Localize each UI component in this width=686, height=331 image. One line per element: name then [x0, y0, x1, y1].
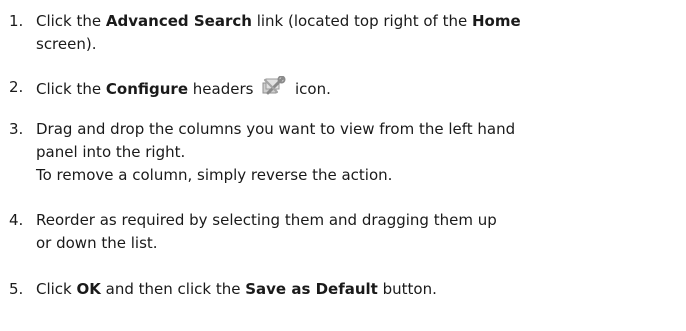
ok-term: OK — [76, 280, 101, 298]
step-5: 5. Click OK and then click the Save as D… — [0, 278, 680, 301]
step-2: 2. Click the Configure headers icon. — [0, 76, 680, 101]
step-line: Click the Advanced Search link (located … — [36, 12, 521, 30]
step-text: Click the Configure headers icon. — [36, 76, 680, 101]
step-text: Reorder as required by selecting them an… — [36, 209, 680, 255]
instruction-steps: 1. Click the Advanced Search link (locat… — [0, 0, 686, 331]
step-text: Click the Advanced Search link (located … — [36, 10, 680, 56]
home-term: Home — [472, 12, 521, 30]
advanced-search-term: Advanced Search — [105, 12, 252, 30]
step-number: 3. — [9, 120, 24, 138]
step-number: 4. — [9, 211, 24, 229]
step-number: 2. — [9, 78, 24, 96]
save-as-default-term: Save as Default — [245, 280, 378, 298]
configure-term: Configure — [105, 80, 189, 98]
step-3: 3. Drag and drop the columns you want to… — [0, 118, 680, 187]
step-4: 4. Reorder as required by selecting them… — [0, 209, 680, 255]
step-number: 5. — [9, 280, 24, 298]
step-line: Click OK and then click the Save as Defa… — [36, 280, 437, 298]
step-line: panel into the right. — [36, 143, 186, 161]
step-line: screen). — [36, 35, 97, 53]
step-line: Click the Configure headers icon. — [36, 76, 680, 101]
step-line: or down the list. — [36, 234, 158, 252]
step-1: 1. Click the Advanced Search link (locat… — [0, 10, 680, 56]
step-line: Reorder as required by selecting them an… — [36, 211, 497, 229]
configure-wrench-icon — [262, 76, 286, 95]
step-text: Click OK and then click the Save as Defa… — [36, 278, 680, 301]
step-line: Drag and drop the columns you want to vi… — [36, 120, 516, 138]
step-text: Drag and drop the columns you want to vi… — [36, 118, 680, 187]
step-line: To remove a column, simply reverse the a… — [36, 166, 393, 184]
step-number: 1. — [9, 12, 24, 30]
